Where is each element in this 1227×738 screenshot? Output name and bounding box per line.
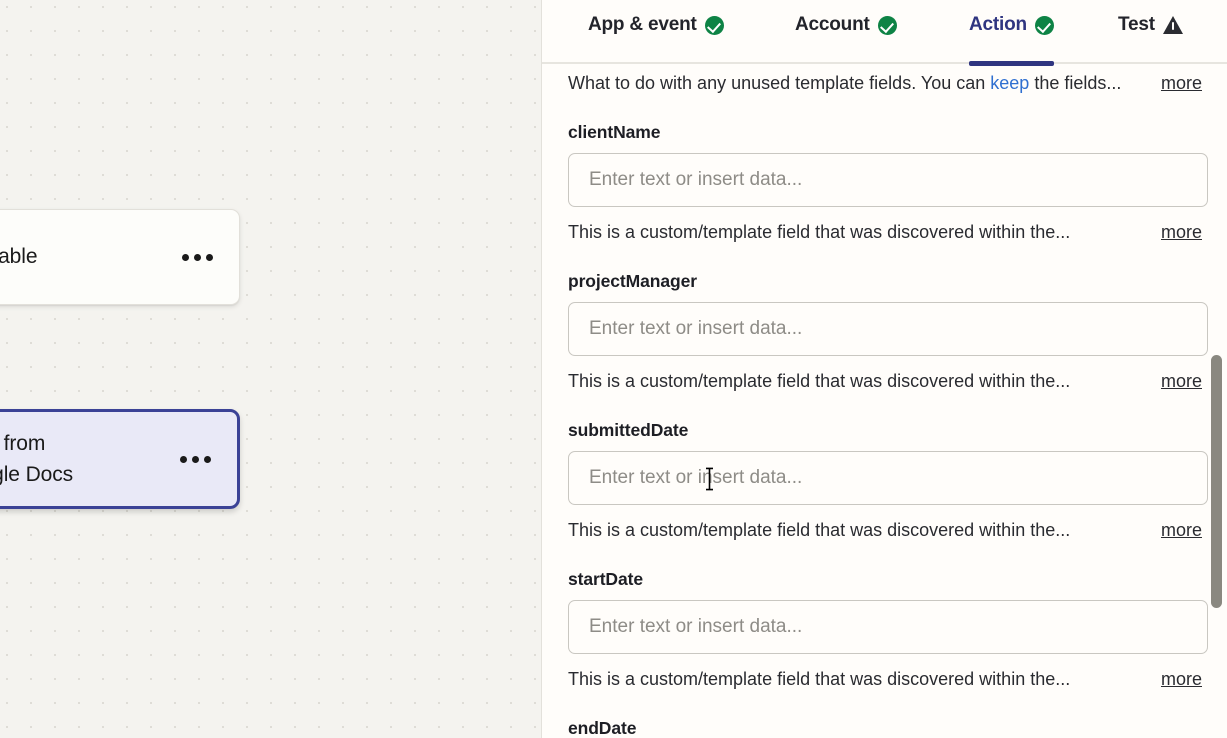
field-help-row: This is a custom/template field that was… [568,517,1202,543]
more-link[interactable]: more [1161,219,1202,245]
check-circle-icon [877,15,897,35]
field-help-row: This is a custom/template field that was… [568,368,1202,394]
more-link[interactable]: more [1161,666,1202,692]
ellipsis-dot [182,253,189,261]
tab-app-and-event[interactable]: App & event [588,0,724,64]
tab-status-complete-icon [1034,15,1054,35]
action-config-panel: App & event Account Action Test What to … [541,0,1227,738]
ellipsis-icon[interactable] [176,446,215,473]
tab-account[interactable]: Account [795,0,897,64]
more-link[interactable]: more [1161,517,1202,543]
startDate-input[interactable] [568,600,1208,654]
ellipsis-dot [192,455,199,463]
step-tab-bar: App & event Account Action Test [542,0,1227,66]
field-help-text: This is a custom/template field that was… [568,520,1071,540]
tab-label: Account [795,14,870,35]
tab-status-warning-icon [1162,16,1183,34]
ellipsis-dot [206,253,213,261]
tab-test[interactable]: Test [1118,0,1183,64]
workflow-canvas[interactable]: Airtable ent from oogle Docs [0,0,541,738]
clientName-input[interactable] [568,153,1208,207]
field-help-text: This is a custom/template field that was… [568,222,1071,242]
unused-template-fields-description: What to do with any unused template fiel… [568,66,1202,96]
keep-link[interactable]: keep [990,73,1029,93]
field-help-row: This is a custom/template field that was… [568,219,1202,245]
ellipsis-dot [204,455,211,463]
unused-fields-text-after: the fields... [1029,73,1122,93]
tab-action[interactable]: Action [969,0,1054,66]
warning-triangle-icon [1162,16,1183,34]
tab-label: Action [969,14,1027,35]
field-endDate: endDate This is a custom/template field … [568,718,1202,738]
ellipsis-icon[interactable] [178,244,217,271]
field-submittedDate: submittedDate This is a custom/template … [568,420,1208,543]
config-scroll-area[interactable]: What to do with any unused template fiel… [542,66,1227,738]
scrollbar-thumb[interactable] [1211,355,1222,608]
panel-scrollbar[interactable] [1209,66,1222,738]
field-label: submittedDate [568,420,689,440]
tab-status-complete-icon [704,15,724,35]
node-title: ent from oogle Docs [0,432,74,486]
unused-fields-text: What to do with any unused template fiel… [568,70,1121,96]
node-title: Airtable [0,245,38,268]
check-circle-icon [1034,15,1054,35]
ellipsis-dot [180,455,187,463]
field-projectManager: projectManager This is a custom/template… [568,271,1208,394]
field-startDate: startDate This is a custom/template fiel… [568,569,1208,692]
ellipsis-dot [194,253,201,261]
tab-label: App & event [588,14,697,35]
submittedDate-input[interactable] [568,451,1208,505]
unused-fields-text-before: What to do with any unused template fiel… [568,73,991,93]
workflow-node-airtable[interactable]: Airtable [0,209,240,305]
zap-editor-window: Airtable ent from oogle Docs App & event [0,0,1227,738]
tab-status-complete-icon [877,15,897,35]
field-label: projectManager [568,271,697,291]
more-link[interactable]: more [1161,368,1202,394]
more-link[interactable]: more [1161,70,1202,96]
field-help-text: This is a custom/template field that was… [568,371,1071,391]
projectManager-input[interactable] [568,302,1208,356]
field-help-row: This is a custom/template field that was… [568,666,1202,692]
field-label: startDate [568,569,643,589]
workflow-node-google-docs[interactable]: ent from oogle Docs [0,409,240,509]
tab-label: Test [1118,14,1155,35]
check-circle-icon [704,15,724,35]
field-clientName: clientName This is a custom/template fie… [568,122,1208,245]
field-label: endDate [568,718,637,738]
field-label: clientName [568,122,661,142]
field-help-text: This is a custom/template field that was… [568,669,1071,689]
